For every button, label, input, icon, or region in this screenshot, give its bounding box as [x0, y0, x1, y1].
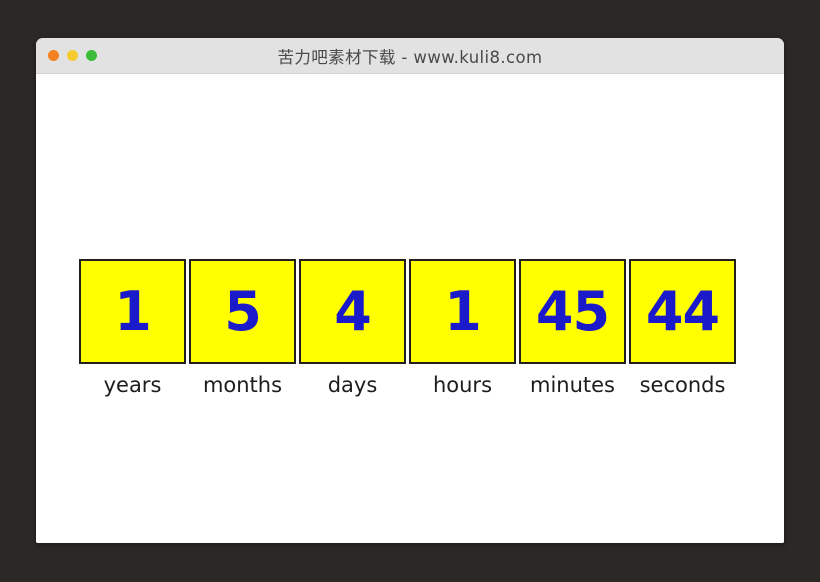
- countdown-unit-hours: 1 hours: [409, 259, 516, 396]
- countdown-label-seconds: seconds: [639, 373, 726, 397]
- countdown-value-months: 5: [224, 279, 262, 343]
- countdown-unit-seconds: 44 seconds: [629, 259, 736, 396]
- countdown-unit-years: 1 years: [79, 259, 186, 396]
- app-window: 苦力吧素材下载 - www.kuli8.com 1 years 5 months…: [36, 38, 784, 543]
- minimize-dot-icon[interactable]: [67, 50, 78, 61]
- countdown-value-minutes: 45: [535, 279, 610, 343]
- window-title: 苦力吧素材下载 - www.kuli8.com: [277, 47, 543, 67]
- countdown-value-days: 4: [334, 279, 372, 343]
- title-bar: 苦力吧素材下载 - www.kuli8.com: [36, 38, 784, 74]
- countdown-unit-days: 4 days: [299, 259, 406, 396]
- countdown-label-hours: hours: [432, 373, 493, 397]
- countdown-box-months: 5: [189, 259, 296, 364]
- countdown-box-minutes: 45: [519, 259, 626, 364]
- countdown-box-years: 1: [79, 259, 186, 364]
- countdown-value-hours: 1: [444, 279, 482, 343]
- countdown-label-days: days: [327, 373, 378, 397]
- window-controls: [48, 38, 97, 73]
- countdown-timer: 1 years 5 months 4 days 1 hours 45 minut…: [79, 259, 741, 396]
- countdown-box-days: 4: [299, 259, 406, 364]
- countdown-unit-months: 5 months: [189, 259, 296, 396]
- countdown-box-hours: 1: [409, 259, 516, 364]
- close-dot-icon[interactable]: [48, 50, 59, 61]
- maximize-dot-icon[interactable]: [86, 50, 97, 61]
- countdown-label-years: years: [103, 373, 162, 397]
- countdown-label-minutes: minutes: [529, 373, 615, 397]
- countdown-label-months: months: [202, 373, 283, 397]
- countdown-unit-minutes: 45 minutes: [519, 259, 626, 396]
- content-area: 1 years 5 months 4 days 1 hours 45 minut…: [36, 74, 784, 543]
- countdown-value-seconds: 44: [645, 279, 720, 343]
- countdown-value-years: 1: [114, 279, 152, 343]
- countdown-box-seconds: 44: [629, 259, 736, 364]
